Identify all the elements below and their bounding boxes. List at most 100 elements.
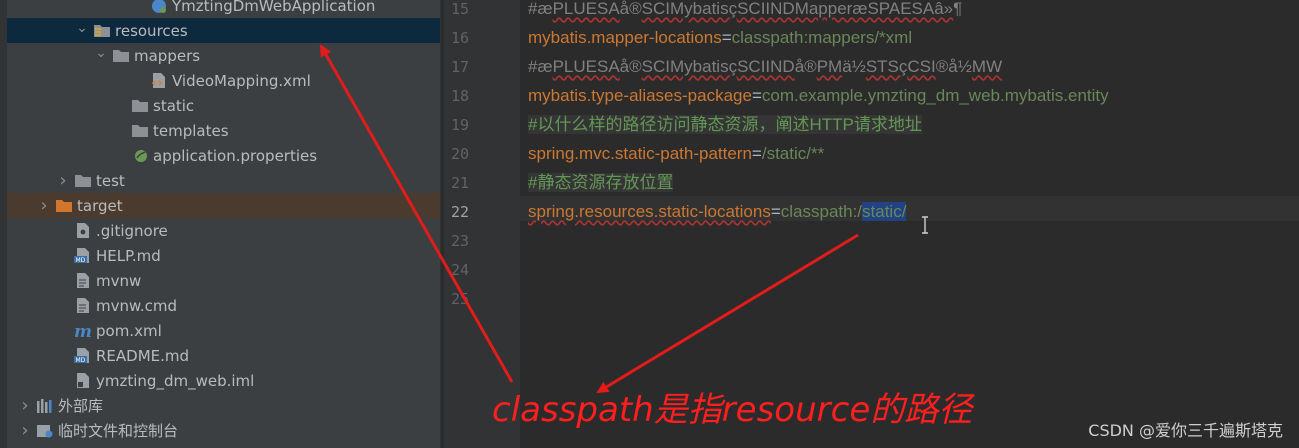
tree-item-label: YmztingDmWebApplication bbox=[172, 0, 376, 15]
tree-item-label: HELP.md bbox=[96, 246, 161, 265]
code-token: CSI bbox=[907, 57, 936, 76]
code-token: å® bbox=[619, 57, 642, 76]
code-token: ä½ bbox=[842, 57, 866, 76]
code-token: SCIMybatisç bbox=[641, 0, 738, 18]
code-token: classpath:mappers/*xml bbox=[731, 28, 913, 47]
code-token: PLUESA bbox=[552, 0, 620, 18]
code-token: SCIMybatisç bbox=[641, 57, 738, 76]
tree-item[interactable]: ⌄ resources bbox=[7, 18, 440, 43]
code-token: #以什么样的路径访问静态资源，阐述HTTP请求地址 bbox=[528, 115, 922, 134]
xml-file-icon bbox=[150, 73, 168, 89]
resources-folder-icon bbox=[93, 23, 111, 39]
tree-item[interactable]: › test bbox=[7, 168, 440, 193]
text-cursor-icon bbox=[922, 216, 928, 234]
spring-class-icon bbox=[150, 0, 168, 14]
tree-item[interactable]: .gitignore bbox=[7, 218, 440, 243]
tree-item[interactable]: › 临时文件和控制台 bbox=[7, 418, 440, 443]
chevron-down-icon[interactable]: ⌄ bbox=[75, 20, 89, 36]
annotation-text: classpath是指resource的路径 bbox=[492, 390, 973, 430]
code-line[interactable]: #静态资源存放位置 bbox=[528, 170, 674, 195]
tree-item[interactable]: m pom.xml bbox=[7, 318, 440, 343]
code-token: mybatis.type-aliases-package bbox=[528, 86, 752, 105]
code-line[interactable]: #æPLUESAå®SCIMybatisçSCIINDMapperæSPAESA… bbox=[528, 0, 962, 21]
tree-item-label: templates bbox=[153, 121, 229, 140]
code-token: = bbox=[721, 28, 732, 47]
code-editor[interactable]: #æPLUESAå®SCIMybatisçSCIINDMapperæSPAESA… bbox=[520, 0, 1299, 448]
code-token: ®å½ bbox=[935, 57, 972, 76]
code-token: STSç bbox=[865, 57, 908, 76]
tree-item-label: target bbox=[77, 196, 123, 215]
code-token: spring.resources.static-locations bbox=[528, 202, 771, 221]
tree-item[interactable]: application.properties bbox=[7, 143, 440, 168]
code-token: SCIIND bbox=[737, 57, 795, 76]
gitignore-file-icon bbox=[74, 223, 92, 239]
code-line[interactable]: spring.mvc.static-path-pattern=/static/*… bbox=[528, 141, 824, 166]
tree-item[interactable]: ymzting_dm_web.iml bbox=[7, 368, 440, 393]
code-token: ¶ bbox=[953, 0, 963, 18]
text-file-icon bbox=[74, 273, 92, 289]
svg-text:m: m bbox=[74, 323, 92, 339]
code-token: = bbox=[751, 144, 762, 163]
folder-icon bbox=[74, 173, 92, 189]
tree-item[interactable]: › 外部库 bbox=[7, 393, 440, 418]
code-line[interactable]: #以什么样的路径访问静态资源，阐述HTTP请求地址 bbox=[528, 112, 922, 137]
code-line[interactable]: mybatis.type-aliases-package=com.example… bbox=[528, 83, 1109, 108]
libraries-icon bbox=[36, 398, 54, 414]
tree-item-label: resources bbox=[115, 21, 188, 40]
tree-item[interactable]: mvnw bbox=[7, 268, 440, 293]
tree-item-label: VideoMapping.xml bbox=[172, 71, 311, 90]
tree-item-label: README.md bbox=[96, 346, 190, 365]
code-token: static/ bbox=[862, 202, 907, 221]
text-file-icon bbox=[74, 298, 92, 314]
scratches-icon bbox=[36, 423, 54, 439]
code-token: #æ bbox=[528, 0, 553, 18]
tree-item[interactable]: mvnw.cmd bbox=[7, 293, 440, 318]
code-token: SCIINDMapperæSPAESAâ» bbox=[737, 0, 954, 18]
tree-item[interactable]: YmztingDmWebApplication bbox=[7, 0, 440, 18]
project-tree: YmztingDmWebApplication ⌄ resources ⌄ mapper… bbox=[7, 0, 440, 448]
tree-item-label: pom.xml bbox=[96, 321, 162, 340]
tree-item-label: application.properties bbox=[153, 146, 318, 165]
tree-item[interactable]: MD HELP.md bbox=[7, 243, 440, 268]
code-line[interactable]: #æPLUESAå®SCIMybatisçSCIINDå®PMä½STSçCSI… bbox=[528, 54, 1002, 79]
chevron-down-icon[interactable]: ⌄ bbox=[94, 45, 108, 61]
tree-item[interactable]: VideoMapping.xml bbox=[7, 68, 440, 93]
tree-item[interactable]: templates bbox=[7, 118, 440, 143]
code-token: mybatis.mapper-locations bbox=[528, 28, 722, 47]
code-token: com.example.ymzting_dm_web.mybatis.entit… bbox=[761, 86, 1109, 105]
code-token: spring.mvc.static-path-pattern bbox=[528, 144, 752, 163]
tree-item-label: 临时文件和控制台 bbox=[58, 422, 179, 440]
svg-text:MD: MD bbox=[76, 357, 86, 364]
code-line[interactable]: spring.resources.static-locations=classp… bbox=[528, 199, 907, 224]
tree-item-label: test bbox=[96, 171, 125, 190]
chevron-right-icon[interactable]: › bbox=[18, 420, 32, 441]
line-number-gutter: 15 16 17 18 19 20 21 22 23 24 25 bbox=[444, 0, 520, 448]
tree-item-label: .gitignore bbox=[96, 221, 168, 240]
watermark: CSDN @爱你三千遍斯塔克 bbox=[1088, 421, 1283, 440]
tree-item[interactable]: static bbox=[7, 93, 440, 118]
chevron-right-icon[interactable]: › bbox=[37, 195, 51, 216]
tree-item[interactable]: MD README.md bbox=[7, 343, 440, 368]
code-token: = bbox=[770, 202, 781, 221]
spring-properties-icon bbox=[131, 148, 149, 164]
tree-item-label: mvnw.cmd bbox=[96, 296, 178, 315]
folder-icon bbox=[131, 98, 149, 114]
tree-item[interactable]: › target bbox=[7, 193, 440, 218]
code-token: classpath:/ bbox=[780, 202, 863, 221]
tree-item-label: static bbox=[153, 96, 195, 115]
code-token: #æ bbox=[528, 57, 553, 76]
tree-item-label: 外部库 bbox=[58, 397, 104, 415]
code-token: /static/** bbox=[761, 144, 825, 163]
tree-item[interactable]: ⌄ mappers bbox=[7, 43, 440, 68]
tree-item-label: mvnw bbox=[96, 271, 142, 290]
chevron-right-icon[interactable]: › bbox=[18, 395, 32, 416]
chevron-right-icon[interactable]: › bbox=[56, 170, 70, 191]
tree-item-label: ymzting_dm_web.iml bbox=[96, 371, 255, 390]
code-line[interactable]: mybatis.mapper-locations=classpath:mappe… bbox=[528, 25, 912, 50]
